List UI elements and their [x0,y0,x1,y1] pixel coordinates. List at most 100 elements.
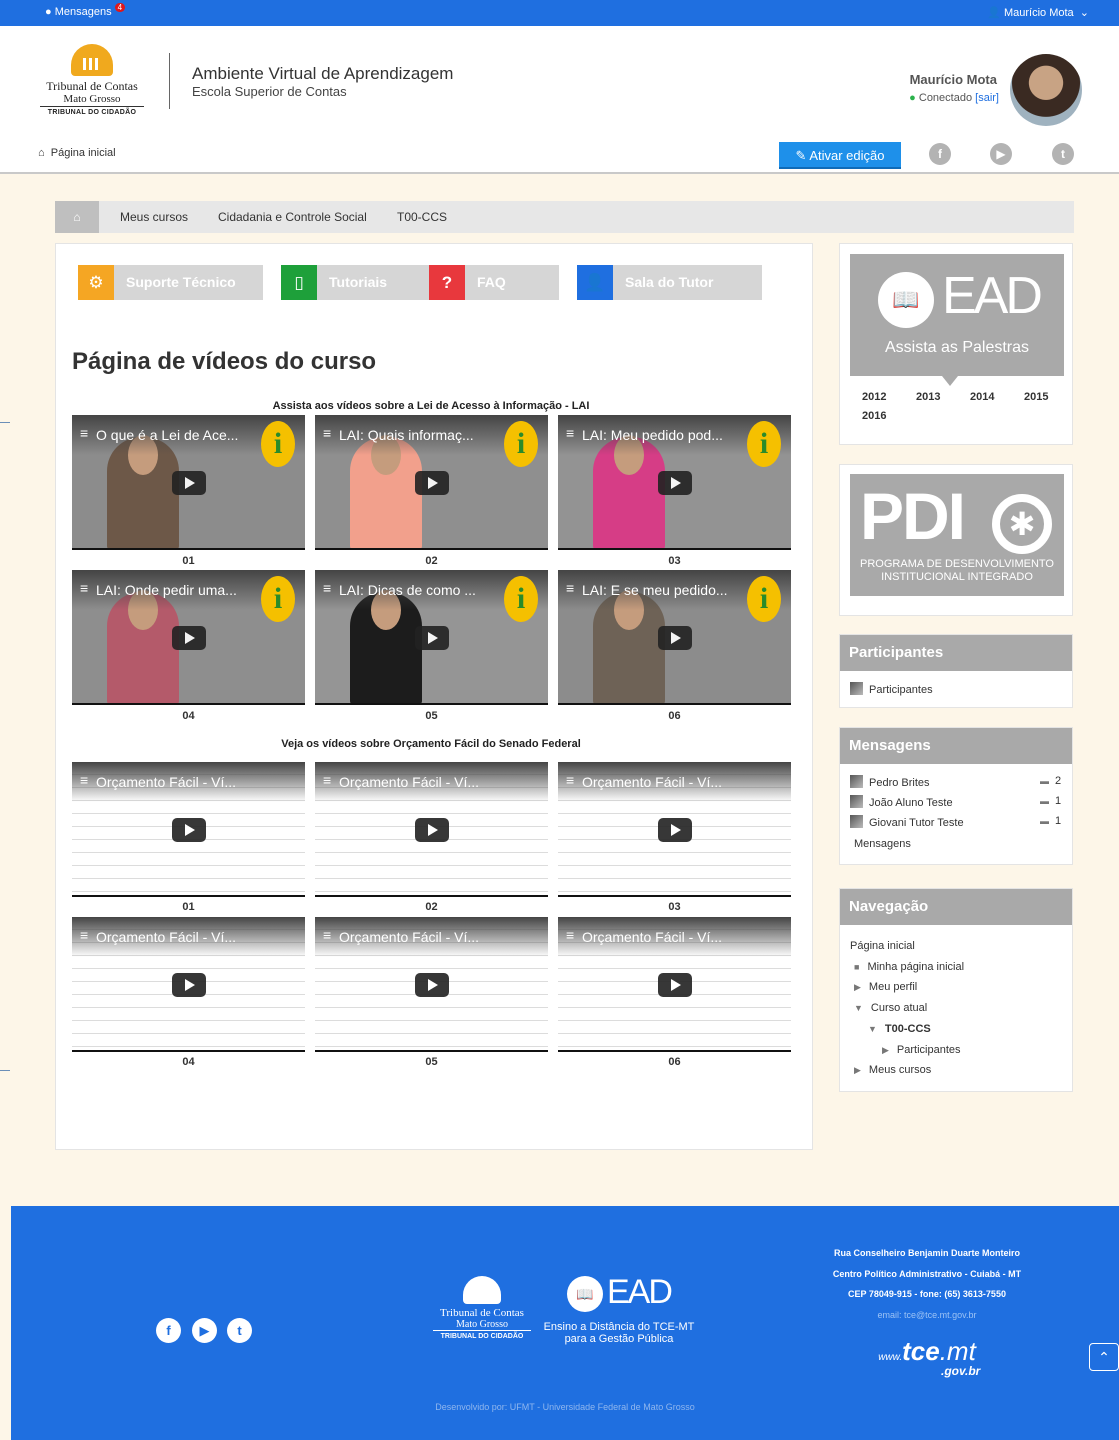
video-number: 01 [182,555,195,567]
contact-avatar [850,775,863,788]
breadcrumb: ⌂ Meus cursos Cidadania e Controle Socia… [55,201,1074,233]
breadcrumb-course-category[interactable]: Cidadania e Controle Social [218,201,367,233]
edit-mode-button[interactable]: ✎ Ativar edição [779,142,901,169]
year-link-2016[interactable]: 2016 [862,410,886,422]
chevron-down-icon: ⌄ [1076,7,1089,19]
breadcrumb-current-course[interactable]: T00-CCS [397,201,447,233]
user-icon: 👤 [987,7,1001,19]
video-thumbnail[interactable]: Orçamento Fácil - Ví... [72,762,305,897]
year-link-2015[interactable]: 2015 [1024,391,1048,403]
year-link-2013[interactable]: 2013 [916,391,940,403]
video-thumbnail[interactable]: LAI: Dicas de como ... i [315,570,548,705]
video-title: Orçamento Fácil - Ví... [72,762,305,802]
video-number: 04 [182,1056,195,1068]
youtube-icon[interactable]: ▶ [990,143,1012,165]
messages-block: Mensagens Pedro Brites 2 João Aluno Test… [839,727,1073,865]
tce-arch-icon [71,44,113,76]
page-footer: f ▶ t Tribunal de Contas Mato Grosso TRI… [11,1206,1119,1440]
faq-button[interactable]: ? FAQ [429,265,559,300]
nav-course[interactable]: ▼ T00-CCS [868,1023,931,1035]
nav-my-home[interactable]: ■ Minha página inicial [854,961,964,973]
support-button[interactable]: ⚙ Suporte Técnico [78,265,263,300]
video-thumbnail[interactable]: Orçamento Fácil - Ví... [558,762,791,897]
info-icon: i [747,576,781,622]
breadcrumb-my-courses[interactable]: Meus cursos [120,201,188,233]
play-icon[interactable] [415,626,449,650]
pdi-block: PDI ✱ PROGRAMA DE DESENVOLVIMENTO INSTIT… [839,464,1073,616]
home-link-label: Página inicial [50,147,116,159]
youtube-icon[interactable]: ▶ [192,1318,217,1343]
page-title: Página de vídeos do curso [72,348,377,375]
messages-label: Mensagens [54,6,112,18]
ead-banner[interactable]: 📖 EAD Assista as Palestras [850,254,1064,376]
play-icon[interactable] [415,471,449,495]
avatar[interactable] [1010,54,1082,126]
play-icon[interactable] [658,626,692,650]
faq-label: FAQ [477,274,506,290]
play-icon[interactable] [658,471,692,495]
tce-arch-icon [463,1276,501,1304]
tce-logo[interactable]: Tribunal de Contas Mato Grosso TRIBUNAL … [40,44,144,116]
logout-link[interactable]: [sair] [975,92,999,104]
home-link[interactable]: ⌂ Página inicial [38,147,116,159]
twitter-icon[interactable]: t [1052,143,1074,165]
message-contact[interactable]: Giovani Tutor Teste [850,815,964,829]
message-contact[interactable]: João Aluno Teste [850,795,953,809]
nav-current-course[interactable]: ▼ Curso atual [854,1002,927,1014]
facebook-icon[interactable]: f [929,143,951,165]
footer-website-logo[interactable]: www.tce.mt .gov.br [817,1336,1037,1378]
home-icon: ⌂ [38,147,48,159]
play-icon[interactable] [172,973,206,997]
info-icon: i [504,421,538,467]
video-thumbnail[interactable]: O que é a Lei de Ace... i [72,415,305,550]
user-menu[interactable]: 👤 Maurício Mota ⌄ [987,6,1089,19]
video-thumbnail[interactable]: Orçamento Fácil - Ví... [315,762,548,897]
breadcrumb-home-icon[interactable]: ⌂ [55,201,99,233]
header-divider [169,53,170,109]
nav-my-courses[interactable]: ▶ Meus cursos [854,1064,931,1076]
chevron-up-icon: ⌃ [1098,1349,1110,1365]
twitter-icon[interactable]: t [227,1318,252,1343]
video-number: 05 [425,1056,438,1068]
nav-profile[interactable]: ▶ Meu perfil [854,981,917,993]
scroll-to-top-button[interactable]: ⌃ [1089,1343,1119,1371]
video-number: 06 [668,710,681,722]
video-thumbnail[interactable]: LAI: Onde pedir uma... i [72,570,305,705]
footer-email[interactable]: email: tce@tce.mt.gov.br [817,1310,1037,1320]
play-icon[interactable] [172,471,206,495]
tutor-room-button[interactable]: 👤 Sala do Tutor [577,265,762,300]
logo-line-3: TRIBUNAL DO CIDADÃO [47,109,137,116]
edit-mode-label: Ativar edição [809,148,885,163]
ead-pointer [942,376,958,386]
web-suffix: .gov.br [941,1364,981,1378]
play-icon[interactable] [172,818,206,842]
year-link-2012[interactable]: 2012 [862,391,886,403]
messages-menu[interactable]: ● Mensagens 4 [45,3,126,18]
participants-link[interactable]: Participantes [850,682,933,696]
logo-line-2: Mato Grosso [40,93,144,107]
video-thumbnail[interactable]: Orçamento Fácil - Ví... [315,917,548,1052]
site-title: Ambiente Virtual de Aprendizagem [192,64,454,83]
messages-link[interactable]: Mensagens [854,838,911,850]
message-contact[interactable]: Pedro Brites [850,775,930,789]
video-thumbnail[interactable]: LAI: E se meu pedido... i [558,570,791,705]
info-icon: i [504,576,538,622]
play-icon[interactable] [415,973,449,997]
video-thumbnail[interactable]: LAI: Meu pedido pod... i [558,415,791,550]
play-icon[interactable] [658,818,692,842]
play-icon[interactable] [415,818,449,842]
video-thumbnail[interactable]: LAI: Quais informaç... i [315,415,548,550]
nav-course-label: T00-CCS [884,1023,931,1035]
video-thumbnail[interactable]: Orçamento Fácil - Ví... [558,917,791,1052]
nav-participants[interactable]: ▶ Participantes [882,1044,961,1056]
year-link-2014[interactable]: 2014 [970,391,994,403]
video-number: 02 [425,555,438,567]
facebook-icon[interactable]: f [156,1318,181,1343]
nav-home[interactable]: Página inicial [850,940,915,952]
video-thumbnail[interactable]: Orçamento Fácil - Ví... [72,917,305,1052]
user-status: ● Conectado [sair] [909,92,999,104]
pdi-banner[interactable]: PDI ✱ PROGRAMA DE DESENVOLVIMENTO INSTIT… [850,474,1064,596]
play-icon[interactable] [172,626,206,650]
play-icon[interactable] [658,973,692,997]
footer-developer-credit[interactable]: Desenvolvido por: UFMT - Universidade Fe… [11,1402,1119,1412]
